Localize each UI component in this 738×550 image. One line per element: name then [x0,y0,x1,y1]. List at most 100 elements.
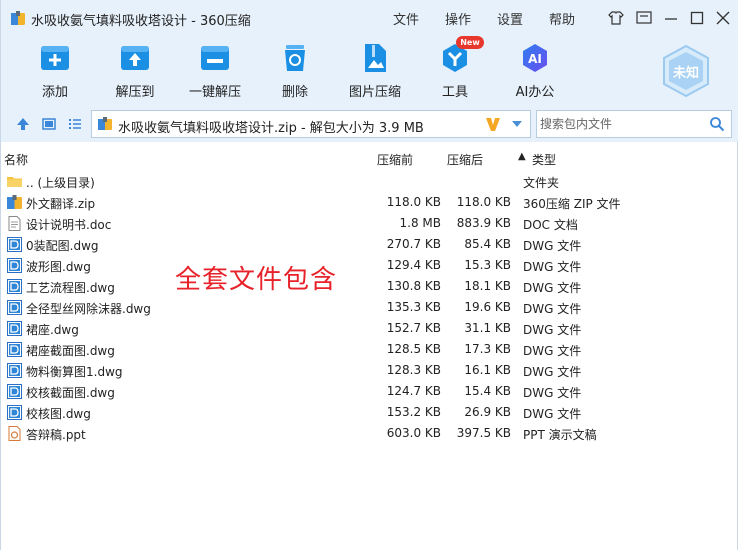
chevron-down-icon[interactable] [512,120,522,128]
search-icon[interactable] [709,116,725,132]
new-badge: New [456,36,484,49]
size-after: 18.1 KB [464,279,511,293]
add-label: 添加 [41,85,68,100]
table-row[interactable]: .. (上级目录) 文件夹 [1,171,738,192]
size-after: 15.4 KB [464,384,511,398]
image-compress-button[interactable]: 图片压缩 [342,36,408,106]
maximize-icon[interactable] [687,8,707,28]
file-type: DOC 文档 [523,218,578,232]
menu-operation[interactable]: 操作 [445,9,471,28]
add-file-icon [41,46,69,70]
ai-office-button[interactable]: AI AI办公 [502,36,568,106]
menu-file[interactable]: 文件 [393,9,419,28]
table-row[interactable]: 物料衡算图1.dwg 128.3 KB 16.1 KB DWG 文件 [1,360,738,381]
search-input[interactable] [537,111,707,137]
size-after: 15.3 KB [464,258,511,272]
size-after: 16.1 KB [464,363,511,377]
brand-label: 未知 [672,66,699,81]
file-name: 外文翻译.zip [26,197,96,211]
file-name: 裙座截面图.dwg [26,344,115,358]
file-name: 校核图.dwg [26,407,91,421]
table-row[interactable]: 工艺流程图.dwg 130.8 KB 18.1 KB DWG 文件 [1,276,738,297]
table-row[interactable]: 校核截面图.dwg 124.7 KB 15.4 KB DWG 文件 [1,381,738,402]
size-after: 883.9 KB [456,216,511,230]
brand-logo[interactable]: 未知 [661,44,711,98]
dwg-file-icon [7,405,22,420]
table-row[interactable]: 裙座.dwg 152.7 KB 31.1 KB DWG 文件 [1,318,738,339]
size-after: 397.5 KB [456,426,511,440]
window-title: 水吸收氨气填料吸收塔设计 - 360压缩 [31,14,251,29]
view-thumbnail-icon[interactable] [41,116,57,132]
size-after: 17.3 KB [464,342,511,356]
file-type: DWG 文件 [523,260,582,274]
extract-to-icon [121,46,149,70]
size-after: 31.1 KB [464,321,511,335]
add-button[interactable]: 添加 [22,36,88,106]
zip-archive-icon [98,117,112,130]
one-click-extract-button[interactable]: 一键解压 [182,36,248,106]
table-row[interactable]: 波形图.dwg 129.4 KB 15.3 KB DWG 文件 [1,255,738,276]
ai-office-icon: AI [523,44,547,72]
column-type[interactable]: 类型 [532,151,556,168]
overlay-caption: 全套文件包含 [175,265,338,295]
view-list-icon[interactable] [67,116,83,132]
image-compress-label: 图片压缩 [348,85,401,100]
size-before: 129.4 KB [386,258,441,272]
up-arrow-icon[interactable] [15,116,31,132]
one-click-extract-icon [201,46,229,70]
image-compress-icon [365,44,386,72]
address-bar[interactable]: 水吸收氨气填料吸收塔设计.zip - 解包大小为 3.9 MB [91,110,531,138]
file-type: DWG 文件 [523,344,582,358]
dwg-file-icon [7,363,22,378]
column-name[interactable]: 名称 [4,151,28,168]
dwg-file-icon [7,237,22,252]
file-name: 波形图.dwg [26,260,91,274]
search-box[interactable] [536,110,732,138]
svg-text:AI: AI [528,52,542,66]
v-badge-icon[interactable] [484,115,502,133]
menu-settings[interactable]: 设置 [497,9,523,28]
close-icon[interactable] [713,8,733,28]
address-row: 水吸收氨气填料吸收塔设计.zip - 解包大小为 3.9 MB [1,106,738,142]
dwg-file-icon [7,300,22,315]
file-type: DWG 文件 [523,386,582,400]
table-row[interactable]: 答辩稿.ppt 603.0 KB 397.5 KB PPT 演示文稿 [1,423,738,444]
skin-shirt-icon[interactable] [606,8,626,28]
table-row[interactable]: 全径型丝网除沫器.dwg 135.3 KB 19.6 KB DWG 文件 [1,297,738,318]
ai-office-label: AI办公 [515,85,555,100]
size-before: 135.3 KB [386,300,441,314]
file-name: 物料衡算图1.dwg [26,365,123,379]
sort-ascending-icon: ▲ [518,151,526,162]
minimize-icon[interactable] [661,8,681,28]
toolbar: 添加 解压到 一键解压 删除 图片压缩 工具 AI AI办公 [1,36,738,106]
menu-help[interactable]: 帮助 [549,9,575,28]
one-click-extract-label: 一键解压 [188,85,241,100]
table-row[interactable]: 外文翻译.zip 118.0 KB 118.0 KB 360压缩 ZIP 文件 [1,192,738,213]
feedback-icon[interactable] [634,8,654,28]
file-type: 文件夹 [523,176,560,190]
size-before: 1.8 MB [399,216,441,230]
doc-file-icon [8,216,21,231]
table-row[interactable]: 0装配图.dwg 270.7 KB 85.4 KB DWG 文件 [1,234,738,255]
file-name: .. (上级目录) [26,176,95,190]
size-after: 19.6 KB [464,300,511,314]
column-size-after[interactable]: 压缩后 [447,151,483,168]
file-name: 全径型丝网除沫器.dwg [26,302,151,316]
table-row[interactable]: 设计说明书.doc 1.8 MB 883.9 KB DOC 文档 [1,213,738,234]
size-before: 270.7 KB [386,237,441,251]
size-before: 152.7 KB [386,321,441,335]
file-name: 裙座.dwg [26,323,79,337]
size-before: 130.8 KB [386,279,441,293]
size-before: 128.5 KB [386,342,441,356]
table-row[interactable]: 裙座截面图.dwg 128.5 KB 17.3 KB DWG 文件 [1,339,738,360]
dwg-file-icon [7,279,22,294]
file-type: DWG 文件 [523,365,582,379]
list-header: 名称 压缩前 压缩后 ▲ 类型 [1,148,738,168]
delete-button[interactable]: 删除 [262,36,328,106]
file-type: PPT 演示文稿 [523,428,597,442]
column-size-before[interactable]: 压缩前 [377,151,413,168]
extract-to-button[interactable]: 解压到 [102,36,168,106]
table-row[interactable]: 校核图.dwg 153.2 KB 26.9 KB DWG 文件 [1,402,738,423]
archive-path: 水吸收氨气填料吸收塔设计.zip - 解包大小为 3.9 MB [118,121,424,136]
file-name: 答辩稿.ppt [26,428,86,442]
